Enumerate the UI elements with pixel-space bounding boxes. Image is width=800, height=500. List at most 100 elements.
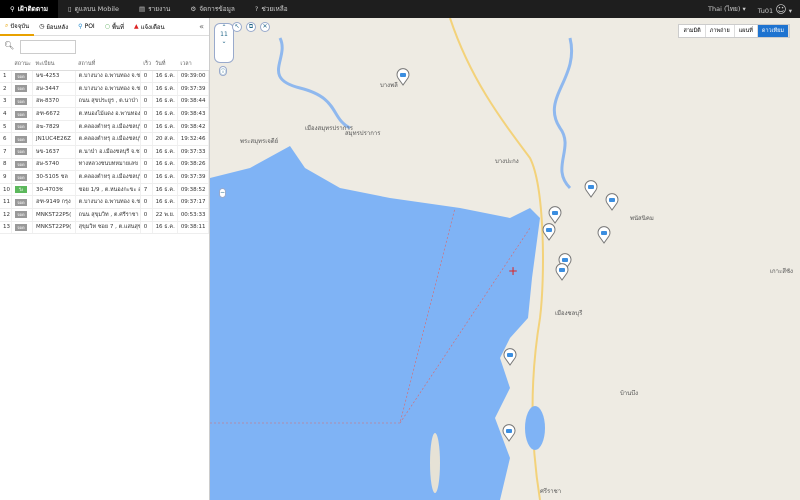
pan-zoom-control[interactable]: ⌃ 11 ⌄ — [214, 23, 234, 63]
tab-alert[interactable]: ▲ แจ้งเตือน — [129, 18, 170, 36]
vehicle-marker-icon[interactable] — [502, 424, 516, 442]
nav-monitor[interactable]: ⚲ เฝ้าติดตาม — [0, 0, 59, 18]
status-badge: จอด — [14, 148, 27, 156]
map-type-option[interactable]: แผนที่ — [735, 25, 758, 37]
map-place-label: เกาะสีชัง — [770, 268, 793, 275]
location: ซอย 1/9 , ต.หนองกะขะ อ.พ — [75, 183, 141, 197]
tab-history[interactable]: ◷ ย้อนหลัง — [34, 18, 73, 36]
speed: 0 — [140, 170, 153, 184]
report-icon: ▤ — [138, 5, 146, 13]
date: 16 ธ.ค. — [152, 70, 178, 84]
plate: MNKST22P5( — [32, 208, 76, 222]
table-row[interactable]: 9 จอด 30-5105 ชล ต.คลองตำหรุ อ.เมืองชลบุรี … — [0, 170, 210, 184]
ruler-icon[interactable]: ↖ — [232, 22, 242, 32]
table-row[interactable]: 5จอดฮฆ-7829ต.คลองตำหรุ อ.เมืองชลบุรี จ.0… — [0, 120, 210, 134]
row-number: 6 — [0, 132, 12, 147]
person-icon[interactable]: ⓘ — [219, 66, 227, 76]
date: 16 ธ.ค. — [152, 183, 178, 197]
map-type-option[interactable]: ดาวเทียม — [757, 25, 789, 37]
status-badge: จอด — [14, 123, 27, 131]
fullscreen-icon[interactable]: ⧉ — [246, 22, 256, 32]
column-header[interactable]: ทะเบียน — [32, 58, 76, 71]
time: 09:37:39 — [177, 170, 210, 184]
nav-help[interactable]: ? ช่วยเหลือ — [245, 0, 298, 18]
vehicle-marker-icon[interactable] — [542, 223, 556, 241]
location: ต.หนองไม้แดง อ.พานทอง จ.ชลบุ — [75, 107, 141, 121]
map-place-label: พระสมุทรเจดีย์ — [240, 138, 279, 145]
time: 09:37:39 — [177, 82, 210, 96]
table-row[interactable]: 11 จอด ฮฑ-9149 กรุง ต.บางนาง อ.พานทอง จ.ชลบ… — [0, 195, 210, 210]
vehicle-marker-icon[interactable] — [597, 226, 611, 244]
speed: 0 — [140, 95, 153, 109]
speed: 0 — [140, 221, 153, 235]
map-place-label: เมืองสมุทรปราการ — [305, 125, 353, 132]
vehicle-marker-icon[interactable] — [503, 348, 517, 366]
language-select[interactable]: Thai (ไทย) ▾ — [708, 4, 746, 14]
search-icon: 🔍︎ — [4, 41, 15, 50]
table-row[interactable]: 12 จอด MNKST22P5(ถนน สุขุมวิท , ต.ศรีราชา … — [0, 208, 210, 222]
speed: 0 — [140, 107, 153, 121]
vehicle-marker-icon[interactable] — [555, 263, 569, 281]
date: 16 ธ.ค. — [152, 107, 178, 121]
date: 16 ธ.ค. — [152, 195, 178, 210]
column-header[interactable] — [0, 58, 12, 71]
collapse-sidebar-button[interactable]: « — [199, 22, 209, 31]
help-icon: ? — [254, 5, 259, 13]
time: 09:37:33 — [177, 145, 210, 159]
location: ต.คลองตำหรุ อ.เมืองชลบุรี จ. — [75, 132, 141, 147]
row-number: 1 — [0, 70, 12, 84]
speed: 0 — [140, 195, 153, 210]
tab-current[interactable]: ⌕ ปัจจุบัน — [0, 18, 35, 36]
map[interactable]: + สมุทรปราการ บางพลี เมืองสมุทรปราการ บางปะ… — [210, 18, 800, 500]
table-row[interactable]: 13 จอด MNKST22P9(สุขุมวิท ซอย 7 , ต.แสนสุข… — [0, 221, 210, 235]
map-type-option[interactable]: สามมิติ — [679, 25, 706, 37]
table-row[interactable]: 1 จอด ษข-4253 ต.บางนาง อ.พานทอง จ.ชลบุ 0 16 ธ… — [0, 70, 210, 84]
map-type-switch: สามมิติ ภาพถ่าย แผนที่ ดาวเทียม — [678, 24, 790, 38]
nav-manage[interactable]: ⚙ จัดการข้อมูล — [180, 0, 245, 18]
tab-poi[interactable]: ⚲ POI — [73, 18, 100, 36]
column-header[interactable]: วันที่ — [152, 58, 178, 71]
location: ต.คลองตำหรุ อ.เมืองชลบุรี จ. — [75, 170, 141, 184]
row-number: 4 — [0, 107, 12, 121]
plate: JN1UC4E26Z — [32, 132, 76, 147]
user-menu[interactable]: Tu01 ☺ ▾ — [758, 3, 792, 16]
table-row[interactable]: 2 จอด ฮษ-3447 ต.บางนาง อ.พานทอง จ.ชลบุ 0 16 ธ… — [0, 82, 210, 96]
table-row[interactable]: 4จอดฮฑ-6672ต.หนองไม้แดง อ.พานทอง จ.ชลบุ0… — [0, 107, 210, 121]
column-header[interactable]: สถานะ — [11, 58, 33, 71]
close-icon[interactable]: ✕ — [260, 22, 270, 32]
time: 09:38:44 — [177, 95, 210, 109]
vehicle-marker-icon[interactable] — [548, 206, 562, 224]
table-row[interactable]: 6 จอด JN1UC4E26Z ต.คลองตำหรุ อ.เมืองชลบุรี … — [0, 132, 210, 147]
column-header[interactable]: เวลา — [177, 58, 209, 71]
table-row[interactable]: 3จอด ฮพ-8370ถนน สุขประยูร , ต.นาป่า อ.เมื… — [0, 95, 210, 109]
row-number: 12 — [0, 208, 12, 222]
status-badge: จอด — [14, 110, 27, 118]
map-type-option[interactable]: ภาพถ่าย — [706, 25, 735, 37]
table-row[interactable]: 10 วิ่ง 30-4703ช ซอย 1/9 , ต.หนองกะขะ อ.พ 7 1… — [0, 183, 210, 197]
row-number: 7 — [0, 145, 12, 159]
column-header[interactable]: สถานที่ — [75, 58, 141, 71]
plate: ษข-4253 — [32, 70, 76, 84]
column-header[interactable]: เร็ว — [140, 58, 153, 71]
plate: ษข-1637 — [32, 145, 76, 159]
tab-area[interactable]: ○ พื้นที่ — [100, 18, 129, 36]
table-row[interactable]: 7 จอด ษข-1637 ต.นาป่า อ.เมืองชลบุรี จ.ชลบุ 0… — [0, 145, 210, 159]
nav-mobile[interactable]: ▯ ดูแลบน Mobile — [58, 0, 129, 18]
vehicle-marker-icon[interactable] — [605, 193, 619, 211]
search-icon: ⌕ — [5, 21, 9, 29]
nav-report[interactable]: ▤ รายงาน — [129, 0, 180, 18]
zoom-slider[interactable]: − — [219, 188, 226, 198]
smiley-icon: ☺ — [775, 2, 787, 16]
river — [277, 37, 351, 130]
vehicle-search-input[interactable] — [20, 40, 76, 54]
vehicle-marker-icon[interactable] — [396, 68, 410, 86]
table-row[interactable]: 8จอดฮษ-5740ทางหลวงชนบทหมายเลข , ต.บางโฉ0… — [0, 158, 210, 172]
time: 00:53:33 — [177, 208, 210, 222]
plate: ฮษ-5740 — [32, 158, 76, 172]
vehicle-marker-icon[interactable] — [584, 180, 598, 198]
time: 09:38:26 — [177, 158, 210, 172]
vehicle-table: สถานะ ทะเบียน สถานที่ เร็ว วันที่ เวลา 1 จอด ษข… — [0, 58, 210, 235]
status-badge: วิ่ง — [14, 186, 27, 194]
time: 09:37:17 — [177, 195, 210, 210]
status-badge: จอด — [14, 198, 27, 206]
